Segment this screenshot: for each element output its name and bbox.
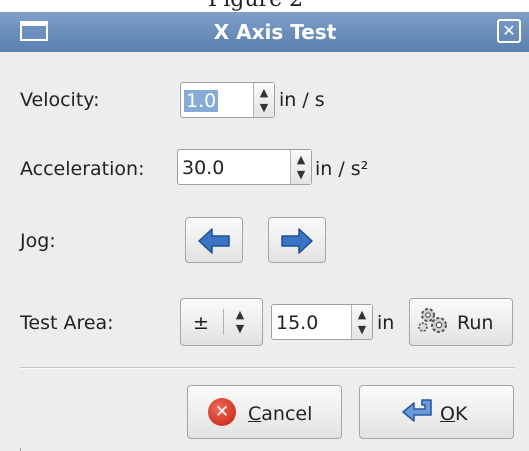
combo-up-icon: ▲ [235,308,245,321]
combo-down-icon: ▼ [235,322,245,335]
arrow-right-icon [281,228,313,254]
window-title: X Axis Test [213,20,337,44]
run-button[interactable]: Run [409,298,513,346]
window-menu-icon[interactable] [20,21,48,41]
jog-right-button[interactable] [268,217,326,263]
caption-text: Figure 2 [208,0,303,12]
acceleration-spinbox[interactable]: 30.0 ▲ ▼ [177,149,312,185]
jog-label: Jog: [20,230,56,252]
test-area-label: Test Area: [20,312,114,334]
close-button[interactable]: ✕ [497,19,521,43]
ok-label-rest: K [454,403,468,425]
gears-icon [418,308,447,333]
spin-down-icon[interactable]: ▼ [291,169,311,181]
cancel-button[interactable]: ✕ Cancel [187,385,342,439]
velocity-value[interactable]: 1.0 [184,90,219,112]
velocity-unit: in / s [279,89,325,111]
acceleration-spin-arrows[interactable]: ▲ ▼ [290,150,311,184]
ok-mnemonic: O [440,403,455,425]
velocity-label: Velocity: [20,89,100,111]
spin-up-icon[interactable]: ▲ [291,154,311,166]
test-area-spinbox[interactable]: 15.0 ▲ ▼ [271,304,373,340]
jog-left-button[interactable] [185,217,243,263]
test-area-mode-value: ± [193,312,209,334]
acceleration-label: Acceleration: [20,158,145,180]
velocity-spin-arrows[interactable]: ▲ ▼ [253,83,274,117]
spin-down-icon[interactable]: ▼ [254,102,274,114]
spin-up-icon[interactable]: ▲ [352,309,372,321]
acceleration-unit: in / s² [315,158,369,180]
acceleration-value[interactable]: 30.0 [182,157,224,179]
cancel-icon: ✕ [208,398,236,426]
separator [20,367,515,369]
combo-separator [223,309,224,335]
test-area-value[interactable]: 15.0 [276,312,318,334]
test-area-mode-combo[interactable]: ± ▲ ▼ [180,298,263,346]
ok-label: OK [440,403,467,425]
cancel-mnemonic: C [248,403,262,425]
test-area-unit: in [377,312,395,334]
spin-down-icon[interactable]: ▼ [352,324,372,336]
run-label: Run [457,312,494,334]
test-area-spin-arrows[interactable]: ▲ ▼ [351,305,372,339]
dialog-content: Velocity: 1.0 ▲ ▼ in / s Acceleration: 3… [0,52,529,451]
ok-button[interactable]: OK [359,385,514,439]
cancel-label: Cancel [248,403,312,425]
spin-up-icon[interactable]: ▲ [254,87,274,99]
title-bar[interactable]: X Axis Test ✕ [0,12,529,52]
enter-arrow-icon [402,399,432,422]
dialog-window: X Axis Test ✕ Velocity: 1.0 ▲ ▼ in / s A… [0,12,529,451]
arrow-left-icon [198,228,230,254]
cancel-label-rest: ancel [261,403,313,425]
figure-caption-fragment: Figure 2 [0,0,529,12]
velocity-spinbox[interactable]: 1.0 ▲ ▼ [180,82,275,118]
